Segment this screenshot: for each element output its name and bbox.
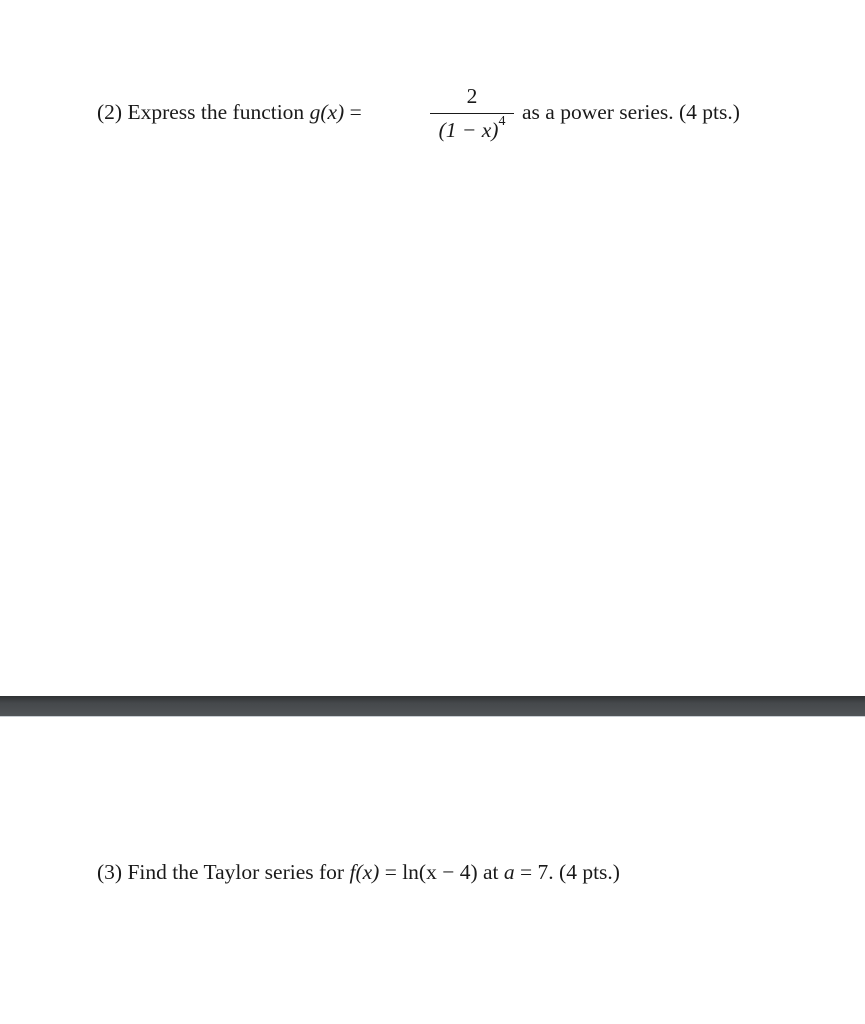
question-3-point-value: = 7.	[514, 860, 560, 884]
question-3-point-var: a	[503, 860, 515, 884]
question-3-equals: =	[379, 860, 403, 884]
question-2-function: g(x)	[309, 100, 345, 124]
question-3-function: f(x)	[349, 860, 380, 884]
question-3-at: at	[477, 860, 504, 884]
fraction-denominator: (1 − x)4	[430, 114, 514, 143]
question-3-prefix: (3) Find the Taylor series for	[97, 860, 350, 884]
question-3-text: (3) Find the Taylor series for f(x) = ln…	[97, 860, 620, 884]
question-2-equals: =	[344, 100, 362, 124]
fraction-numerator: 2	[466, 84, 478, 108]
denominator-base: (1 − x)	[438, 118, 499, 142]
question-2-prefix: (2) Express the function	[97, 100, 310, 124]
question-3-expression: ln(x − 4)	[402, 860, 478, 884]
denominator-exponent: 4	[498, 114, 506, 129]
question-2-suffix: as a power series. (4 pts.)	[522, 100, 740, 124]
question-3-points: (4 pts.)	[559, 860, 620, 884]
question-2-fraction: 2 (1 − x)4	[430, 84, 514, 144]
question-2-text: (2) Express the function g(x) =	[97, 100, 362, 124]
page-separator	[0, 696, 865, 717]
